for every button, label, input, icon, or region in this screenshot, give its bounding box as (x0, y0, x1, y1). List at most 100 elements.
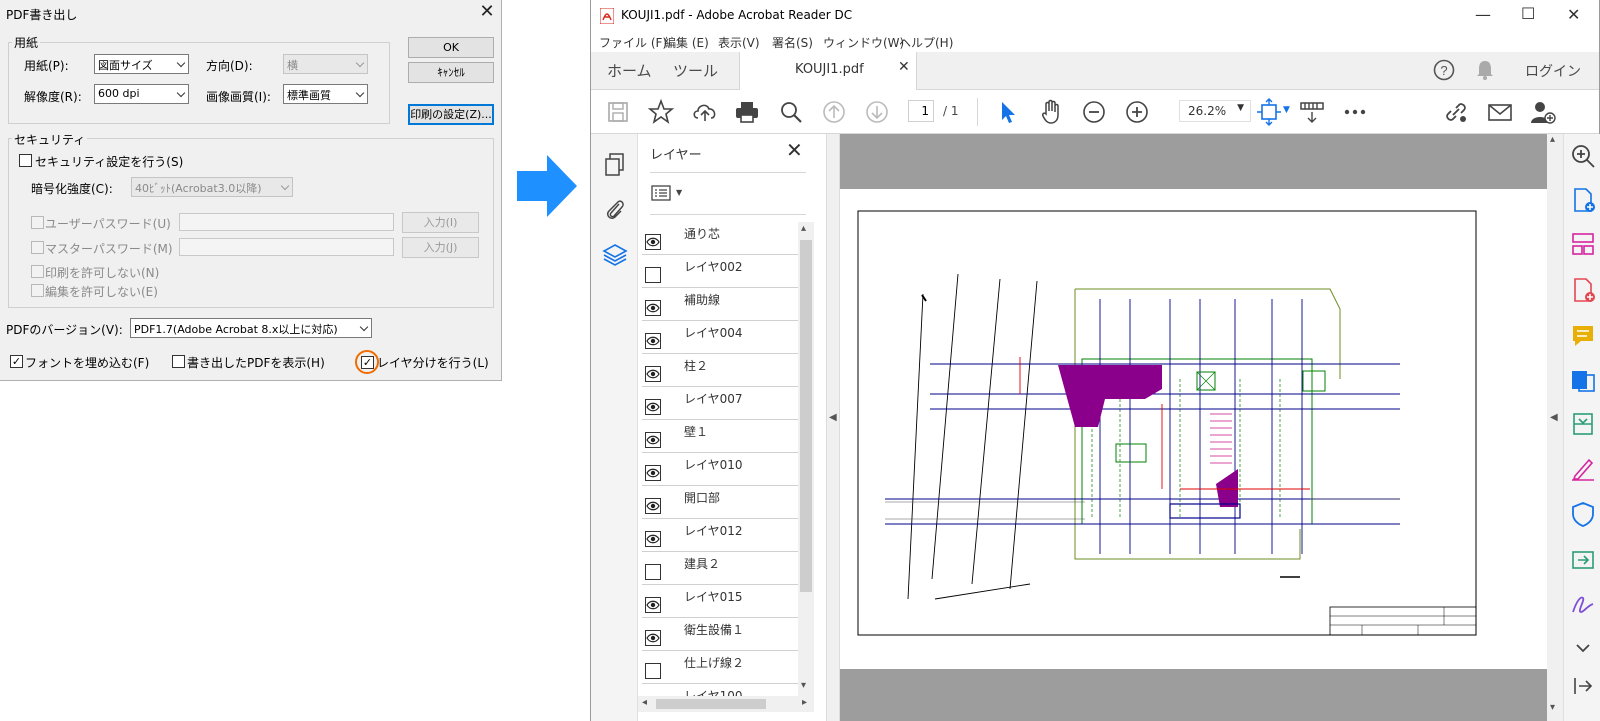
layer-options-icon[interactable] (651, 185, 673, 201)
resolution-select[interactable]: 600 dpi (94, 84, 189, 104)
zoom-out-icon[interactable] (1080, 98, 1108, 126)
menu-view[interactable]: 表示(V) (718, 34, 760, 51)
zoom-in-icon[interactable] (1123, 98, 1151, 126)
ok-button[interactable]: OK (408, 37, 494, 58)
layer-row[interactable]: レイヤ004 (642, 321, 798, 354)
send-review-icon[interactable] (1569, 546, 1597, 574)
layer-options-chevron-icon[interactable]: ▼ (676, 188, 682, 197)
eye-icon[interactable] (645, 300, 661, 316)
layer-row[interactable]: 通り芯 (642, 222, 798, 255)
scroll-down-icon[interactable]: ▾ (1550, 702, 1555, 713)
scroll-up-icon[interactable]: ▴ (1550, 134, 1555, 145)
paper-select[interactable]: 図面サイズ (94, 54, 189, 74)
help-icon[interactable]: ? (1433, 59, 1455, 81)
layer-list-hscroll-thumb[interactable] (656, 699, 766, 709)
close-icon[interactable]: ✕ (1567, 5, 1580, 24)
eye-icon[interactable] (645, 399, 661, 415)
search-icon[interactable] (777, 98, 805, 126)
zoom-search-icon[interactable] (1569, 142, 1597, 170)
layers-panel-close-icon[interactable]: ✕ (786, 138, 803, 162)
signature-icon[interactable] (1569, 590, 1597, 618)
scroll-up-icon[interactable]: ▴ (801, 223, 806, 234)
cancel-button[interactable]: ｷｬﾝｾﾙ (408, 62, 494, 83)
attachment-icon[interactable] (603, 196, 627, 222)
layer-row[interactable]: 柱２ (642, 354, 798, 387)
chevron-down-icon[interactable] (1569, 634, 1597, 662)
eye-icon[interactable] (645, 597, 661, 613)
bell-icon[interactable] (1475, 59, 1495, 81)
layer-row[interactable]: レイヤ100 (642, 684, 798, 696)
share-link-icon[interactable] (1442, 98, 1470, 126)
layer-row[interactable]: 補助線 (642, 288, 798, 321)
eye-icon[interactable] (645, 465, 661, 481)
eye-icon[interactable] (645, 234, 661, 250)
eye-icon[interactable] (645, 531, 661, 547)
scroll-left-icon[interactable]: ◂ (642, 697, 647, 708)
eye-icon[interactable] (645, 630, 661, 646)
fit-chevron-icon[interactable]: ▼ (1283, 105, 1290, 115)
menu-sign[interactable]: 署名(S) (772, 34, 813, 51)
embed-fonts-checkbox[interactable]: ✓ (10, 355, 23, 368)
maximize-icon[interactable]: ☐ (1521, 4, 1535, 23)
star-icon[interactable] (647, 98, 675, 126)
image-quality-select[interactable]: 標準画質 (283, 84, 368, 104)
pages-icon[interactable] (603, 152, 627, 178)
layer-list-scroll-thumb[interactable] (800, 240, 812, 592)
compress-icon[interactable] (1569, 410, 1597, 438)
layer-visibility-checkbox[interactable] (645, 267, 661, 283)
layer-row[interactable]: レイヤ012 (642, 519, 798, 552)
scroll-down-icon[interactable]: ▾ (801, 680, 806, 691)
show-pdf-checkbox[interactable] (172, 355, 185, 368)
fill-sign-icon[interactable] (1569, 454, 1597, 482)
layer-row[interactable]: 仕上げ線２ (642, 651, 798, 684)
minimize-icon[interactable]: — (1475, 5, 1491, 24)
eye-icon[interactable] (645, 333, 661, 349)
login-button[interactable]: ログイン (1525, 61, 1581, 81)
panel-splitter[interactable]: ◀ (826, 134, 840, 721)
layer-row[interactable]: レイヤ007 (642, 387, 798, 420)
tab-home[interactable]: ホーム (607, 60, 652, 81)
print-settings-button[interactable]: 印刷の設定(Z)... (408, 104, 494, 125)
layer-row[interactable]: 壁１ (642, 420, 798, 453)
pdf-version-select[interactable]: PDF1.7(Adobe Acrobat 8.x以上に対応) (130, 318, 372, 338)
create-pdf-icon[interactable] (1569, 186, 1597, 214)
layer-row[interactable]: 開口部 (642, 486, 798, 519)
zoom-level-select[interactable]: 26.2% ▼ (1179, 100, 1251, 122)
scroll-right-icon[interactable]: ▸ (802, 697, 807, 708)
expand-panel-icon[interactable] (1569, 672, 1597, 700)
layer-row[interactable]: レイヤ015 (642, 585, 798, 618)
document-vscrollbar[interactable]: ▴ ▾ (1547, 134, 1563, 721)
eye-icon[interactable] (645, 498, 661, 514)
next-page-icon[interactable] (863, 98, 891, 126)
layers-icon[interactable] (602, 242, 628, 268)
scan-ocr-icon[interactable] (1569, 366, 1597, 394)
tab-tools[interactable]: ツール (673, 60, 718, 81)
export-pdf-icon[interactable] (1569, 276, 1597, 304)
security-checkbox[interactable] (19, 154, 32, 167)
layer-row[interactable]: 衛生設備１ (642, 618, 798, 651)
add-user-icon[interactable] (1529, 98, 1557, 126)
select-cursor-icon[interactable] (994, 98, 1022, 126)
fit-page-icon[interactable] (1255, 98, 1283, 126)
layer-split-checkbox[interactable]: ✓ (361, 356, 374, 369)
tab-document[interactable]: KOUJI1.pdf ✕ (739, 52, 917, 91)
doc-tab-close-icon[interactable]: ✕ (898, 59, 910, 75)
menu-window[interactable]: ウィンドウ(W) (823, 34, 904, 51)
layer-row[interactable]: レイヤ002 (642, 255, 798, 288)
save-icon[interactable] (604, 98, 632, 126)
hand-tool-icon[interactable] (1037, 98, 1065, 126)
dialog-close-icon[interactable]: ✕ (477, 3, 497, 23)
comment-icon[interactable] (1569, 322, 1597, 350)
protect-shield-icon[interactable] (1569, 500, 1597, 528)
organize-pages-icon[interactable] (1569, 230, 1597, 258)
layer-row[interactable]: 建具２ (642, 552, 798, 585)
collapse-right-icon[interactable]: ◀ (1550, 412, 1558, 423)
more-icon[interactable] (1341, 98, 1369, 126)
upload-cloud-icon[interactable] (691, 98, 719, 126)
layer-list-hscrollbar[interactable]: ◂ ▸ (638, 696, 814, 712)
previous-page-icon[interactable] (820, 98, 848, 126)
print-icon[interactable] (733, 98, 761, 126)
scroll-mode-icon[interactable] (1298, 98, 1326, 126)
eye-icon[interactable] (645, 366, 661, 382)
layer-row[interactable]: レイヤ010 (642, 453, 798, 486)
